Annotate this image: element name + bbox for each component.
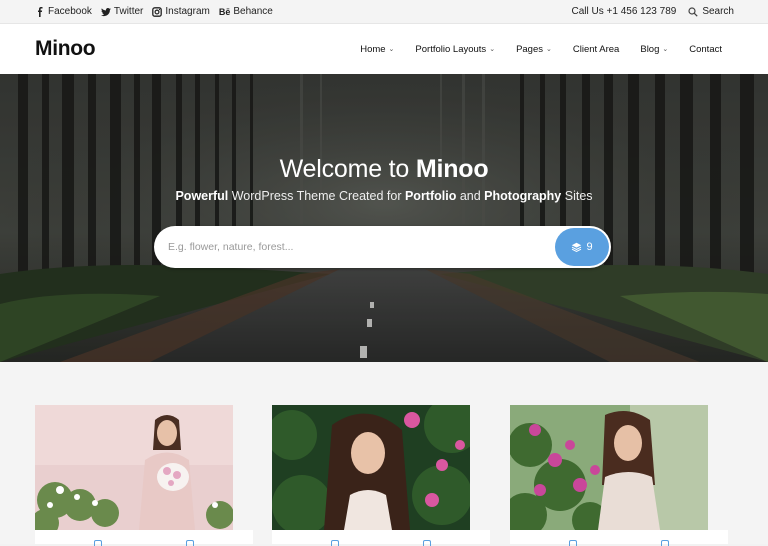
nav-home[interactable]: Home ⌄ <box>360 44 394 55</box>
site-header: Minoo Home ⌄ Portfolio Layouts ⌄ Pages ⌄ Cl… <box>0 24 768 74</box>
instagram-label: Instagram <box>165 6 210 17</box>
top-right: Call Us +1 456 123 789 Search <box>572 6 734 17</box>
hero-title-prefix: Welcome to <box>279 155 416 183</box>
behance-label: Behance <box>233 6 273 17</box>
card-footer-icons <box>569 540 669 546</box>
nav-contact-label: Contact <box>689 43 722 55</box>
main-nav: Home ⌄ Portfolio Layouts ⌄ Pages ⌄ Client A… <box>360 44 722 55</box>
card-icon <box>94 540 102 546</box>
portfolio-card-1[interactable] <box>35 405 233 530</box>
card-footer-icons <box>94 540 194 546</box>
facebook-icon <box>38 6 43 17</box>
site-logo[interactable]: Minoo <box>35 37 96 61</box>
forest-road-image <box>0 74 768 362</box>
hero-sub-text-3: Sites <box>561 189 593 203</box>
hero-search-box: 9 <box>154 226 611 268</box>
nav-pages[interactable]: Pages ⌄ <box>516 44 552 55</box>
nav-client-label: Client Area <box>572 43 620 55</box>
chevron-down-icon: ⌄ <box>662 46 669 53</box>
twitter-label: Twitter <box>113 6 144 17</box>
call-us-text: Call Us +1 456 123 789 <box>571 6 677 17</box>
hero-sub-word-1: Powerful <box>175 189 229 203</box>
hero-search-input[interactable] <box>166 237 536 257</box>
nav-blog[interactable]: Blog ⌄ <box>640 44 668 55</box>
hero-sub-word-3: Photography <box>484 189 562 203</box>
instagram-icon <box>152 6 163 17</box>
portfolio-image-2 <box>272 405 470 530</box>
portfolio-image-3 <box>510 405 708 530</box>
search-label: Search <box>702 6 734 17</box>
search-icon <box>688 6 698 17</box>
nav-portfolio-label: Portfolio Layouts <box>415 43 487 55</box>
chevron-down-icon: ⌄ <box>388 46 395 53</box>
card-icon <box>331 540 339 546</box>
nav-client-area[interactable]: Client Area <box>573 44 619 55</box>
hero-title-brand: Minoo <box>415 155 489 183</box>
social-links: Facebook Twitter Instagram Bē Behance <box>35 6 273 17</box>
hero-subtitle: Powerful WordPress Theme Created for Por… <box>0 189 768 203</box>
twitter-link[interactable]: Twitter <box>100 6 144 17</box>
behance-icon: Bē <box>218 6 231 17</box>
chevron-down-icon: ⌄ <box>546 46 552 53</box>
hero-sub-text-1: WordPress Theme Created for <box>228 189 405 203</box>
card-icon <box>569 540 577 546</box>
portfolio-gallery <box>0 362 768 546</box>
nav-blog-label: Blog <box>640 43 660 55</box>
hero-search-button[interactable]: 9 <box>555 228 609 266</box>
card-icon <box>661 540 669 546</box>
top-bar: Facebook Twitter Instagram Bē Behance Ca… <box>0 0 768 24</box>
nav-home-label: Home <box>360 43 386 55</box>
nav-pages-label: Pages <box>516 43 543 55</box>
layers-icon <box>572 242 582 252</box>
nav-portfolio-layouts[interactable]: Portfolio Layouts ⌄ <box>415 44 495 55</box>
top-search-button[interactable]: Search <box>688 6 734 17</box>
portfolio-image-1 <box>35 405 233 530</box>
card-footer-icons <box>331 540 431 546</box>
portfolio-card-2[interactable] <box>272 405 470 530</box>
portfolio-card-3[interactable] <box>510 405 708 530</box>
hero-section: Welcome to Minoo Powerful WordPress Them… <box>0 74 768 362</box>
hero-sub-word-2: Portfolio <box>404 189 457 203</box>
card-icon <box>186 540 194 546</box>
behance-link[interactable]: Bē Behance <box>219 6 273 17</box>
instagram-link[interactable]: Instagram <box>152 6 210 17</box>
hero-sub-text-2: and <box>456 189 485 203</box>
search-count: 9 <box>586 241 593 253</box>
facebook-link[interactable]: Facebook <box>35 6 92 17</box>
twitter-icon <box>100 7 111 16</box>
hero-title: Welcome to Minoo <box>0 155 768 184</box>
chevron-down-icon: ⌄ <box>489 46 496 53</box>
card-icon <box>423 540 431 546</box>
nav-contact[interactable]: Contact <box>689 44 722 55</box>
facebook-label: Facebook <box>48 6 92 17</box>
